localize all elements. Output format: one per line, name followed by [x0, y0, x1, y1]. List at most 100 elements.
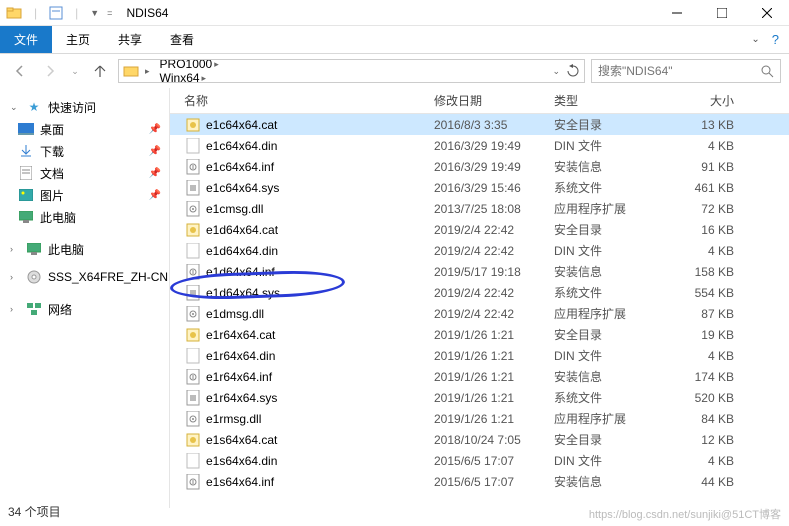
file-icon [184, 474, 202, 490]
file-date: 2016/3/29 15:46 [434, 181, 554, 195]
file-name: e1s64x64.din [202, 454, 434, 468]
file-date: 2013/7/25 18:08 [434, 202, 554, 216]
file-name: e1c64x64.cat [202, 118, 434, 132]
address-row: ⌄ ▸ PROWinx64 ▸PRO1000 ▸Winx64 ▸NDIS64 ▸… [0, 54, 789, 88]
file-row[interactable]: e1s64x64.cat2018/10/24 7:05安全目录12 KB [170, 429, 789, 450]
close-button[interactable] [744, 0, 789, 26]
tab-share[interactable]: 共享 [104, 26, 156, 53]
file-type: 安全目录 [554, 326, 664, 343]
back-button[interactable] [8, 59, 32, 83]
column-headers[interactable]: 名称 修改日期 类型 大小 [170, 88, 789, 114]
file-row[interactable]: e1r64x64.din2019/1/26 1:21DIN 文件4 KB [170, 345, 789, 366]
col-name[interactable]: 名称 [184, 92, 434, 109]
file-row[interactable]: e1s64x64.din2015/6/5 17:07DIN 文件4 KB [170, 450, 789, 471]
file-type: 安装信息 [554, 368, 664, 385]
file-icon [184, 327, 202, 343]
file-name: e1d64x64.din [202, 244, 434, 258]
col-date[interactable]: 修改日期 [434, 92, 554, 109]
file-icon [184, 159, 202, 175]
address-bar[interactable]: ▸ PROWinx64 ▸PRO1000 ▸Winx64 ▸NDIS64 ▸ ⌄ [118, 59, 585, 83]
forward-button[interactable] [38, 59, 62, 83]
chevron-right-icon[interactable]: ▸ [143, 66, 152, 77]
sidebar-thispc[interactable]: ›此电脑 [0, 238, 169, 260]
ribbon: 文件 主页 共享 查看 ⌄ ? [0, 26, 789, 54]
ribbon-expand-icon[interactable]: ⌄ [751, 34, 759, 45]
file-name: e1r64x64.inf [202, 370, 434, 384]
tab-file[interactable]: 文件 [0, 26, 52, 53]
file-type: 安装信息 [554, 263, 664, 280]
pin-icon: 📌 [149, 190, 169, 201]
file-row[interactable]: e1d64x64.cat2019/2/4 22:42安全目录16 KB [170, 219, 789, 240]
file-row[interactable]: e1d64x64.din2019/2/4 22:42DIN 文件4 KB [170, 240, 789, 261]
recent-dropdown[interactable]: ⌄ [68, 59, 82, 83]
search-box[interactable] [591, 59, 781, 83]
file-name: e1r64x64.sys [202, 391, 434, 405]
file-size: 4 KB [664, 244, 734, 258]
main-panel: 名称 修改日期 类型 大小 e1c64x64.cat2016/8/3 3:35安… [170, 88, 789, 508]
address-dropdown-icon[interactable]: ⌄ [552, 66, 560, 77]
file-size: 44 KB [664, 475, 734, 489]
file-date: 2019/2/4 22:42 [434, 223, 554, 237]
file-icon [184, 432, 202, 448]
col-type[interactable]: 类型 [554, 92, 664, 109]
sidebar-quick-access[interactable]: ⌄★快速访问 [0, 96, 169, 118]
file-row[interactable]: e1dmsg.dll2019/2/4 22:42应用程序扩展87 KB [170, 303, 789, 324]
breadcrumb-item[interactable]: Winx64 ▸ [156, 71, 239, 83]
tab-home[interactable]: 主页 [52, 26, 104, 53]
minimize-button[interactable] [654, 0, 699, 26]
file-size: 16 KB [664, 223, 734, 237]
file-row[interactable]: e1d64x64.sys2019/2/4 22:42系统文件554 KB [170, 282, 789, 303]
sidebar-pictures[interactable]: 图片📌 [0, 184, 169, 206]
help-icon[interactable]: ? [764, 32, 779, 47]
file-type: DIN 文件 [554, 242, 664, 259]
file-type: 安装信息 [554, 473, 664, 490]
file-row[interactable]: e1c64x64.sys2016/3/29 15:46系统文件461 KB [170, 177, 789, 198]
file-row[interactable]: e1c64x64.cat2016/8/3 3:35安全目录13 KB [170, 114, 789, 135]
breadcrumb-item[interactable]: PRO1000 ▸ [156, 59, 239, 71]
file-row[interactable]: e1d64x64.inf2019/5/17 19:18安装信息158 KB [170, 261, 789, 282]
col-size[interactable]: 大小 [664, 92, 734, 109]
qat-dropdown-icon[interactable]: ▼ [90, 8, 99, 18]
file-size: 12 KB [664, 433, 734, 447]
file-row[interactable]: e1r64x64.cat2019/1/26 1:21安全目录19 KB [170, 324, 789, 345]
file-icon [184, 306, 202, 322]
file-icon [184, 243, 202, 259]
up-button[interactable] [88, 59, 112, 83]
sidebar-downloads[interactable]: 下载📌 [0, 140, 169, 162]
file-row[interactable]: e1r64x64.inf2019/1/26 1:21安装信息174 KB [170, 366, 789, 387]
search-input[interactable] [598, 64, 760, 78]
file-row[interactable]: e1rmsg.dll2019/1/26 1:21应用程序扩展84 KB [170, 408, 789, 429]
tab-view[interactable]: 查看 [156, 26, 208, 53]
file-row[interactable]: e1s64x64.inf2015/6/5 17:07安装信息44 KB [170, 471, 789, 492]
separator: | [71, 6, 82, 20]
file-row[interactable]: e1c64x64.inf2016/3/29 19:49安装信息91 KB [170, 156, 789, 177]
sidebar-documents[interactable]: 文档📌 [0, 162, 169, 184]
refresh-icon[interactable] [566, 64, 580, 78]
qat-properties-icon[interactable] [49, 6, 63, 20]
file-name: e1dmsg.dll [202, 307, 434, 321]
qat-overflow-icon[interactable]: = [107, 8, 112, 18]
file-row[interactable]: e1r64x64.sys2019/1/26 1:21系统文件520 KB [170, 387, 789, 408]
file-size: 19 KB [664, 328, 734, 342]
file-size: 461 KB [664, 181, 734, 195]
pin-icon: 📌 [149, 124, 169, 135]
sidebar-network[interactable]: ›网络 [0, 298, 169, 320]
maximize-button[interactable] [699, 0, 744, 26]
file-row[interactable]: e1c64x64.din2016/3/29 19:49DIN 文件4 KB [170, 135, 789, 156]
sidebar-drive[interactable]: ›SSS_X64FRE_ZH-CN [0, 266, 169, 288]
file-name: e1s64x64.cat [202, 433, 434, 447]
chevron-right-icon[interactable]: ▸ [200, 73, 209, 84]
file-name: e1r64x64.din [202, 349, 434, 363]
file-icon [184, 348, 202, 364]
file-type: 安装信息 [554, 158, 664, 175]
sidebar-thispc-quick[interactable]: 此电脑 [0, 206, 169, 228]
file-date: 2019/2/4 22:42 [434, 307, 554, 321]
download-icon [18, 143, 34, 159]
file-row[interactable]: e1cmsg.dll2013/7/25 18:08应用程序扩展72 KB [170, 198, 789, 219]
file-date: 2019/1/26 1:21 [434, 412, 554, 426]
file-date: 2019/1/26 1:21 [434, 391, 554, 405]
file-icon [184, 201, 202, 217]
sidebar-desktop[interactable]: 桌面📌 [0, 118, 169, 140]
search-icon[interactable] [760, 64, 774, 78]
chevron-right-icon[interactable]: ▸ [212, 59, 221, 70]
